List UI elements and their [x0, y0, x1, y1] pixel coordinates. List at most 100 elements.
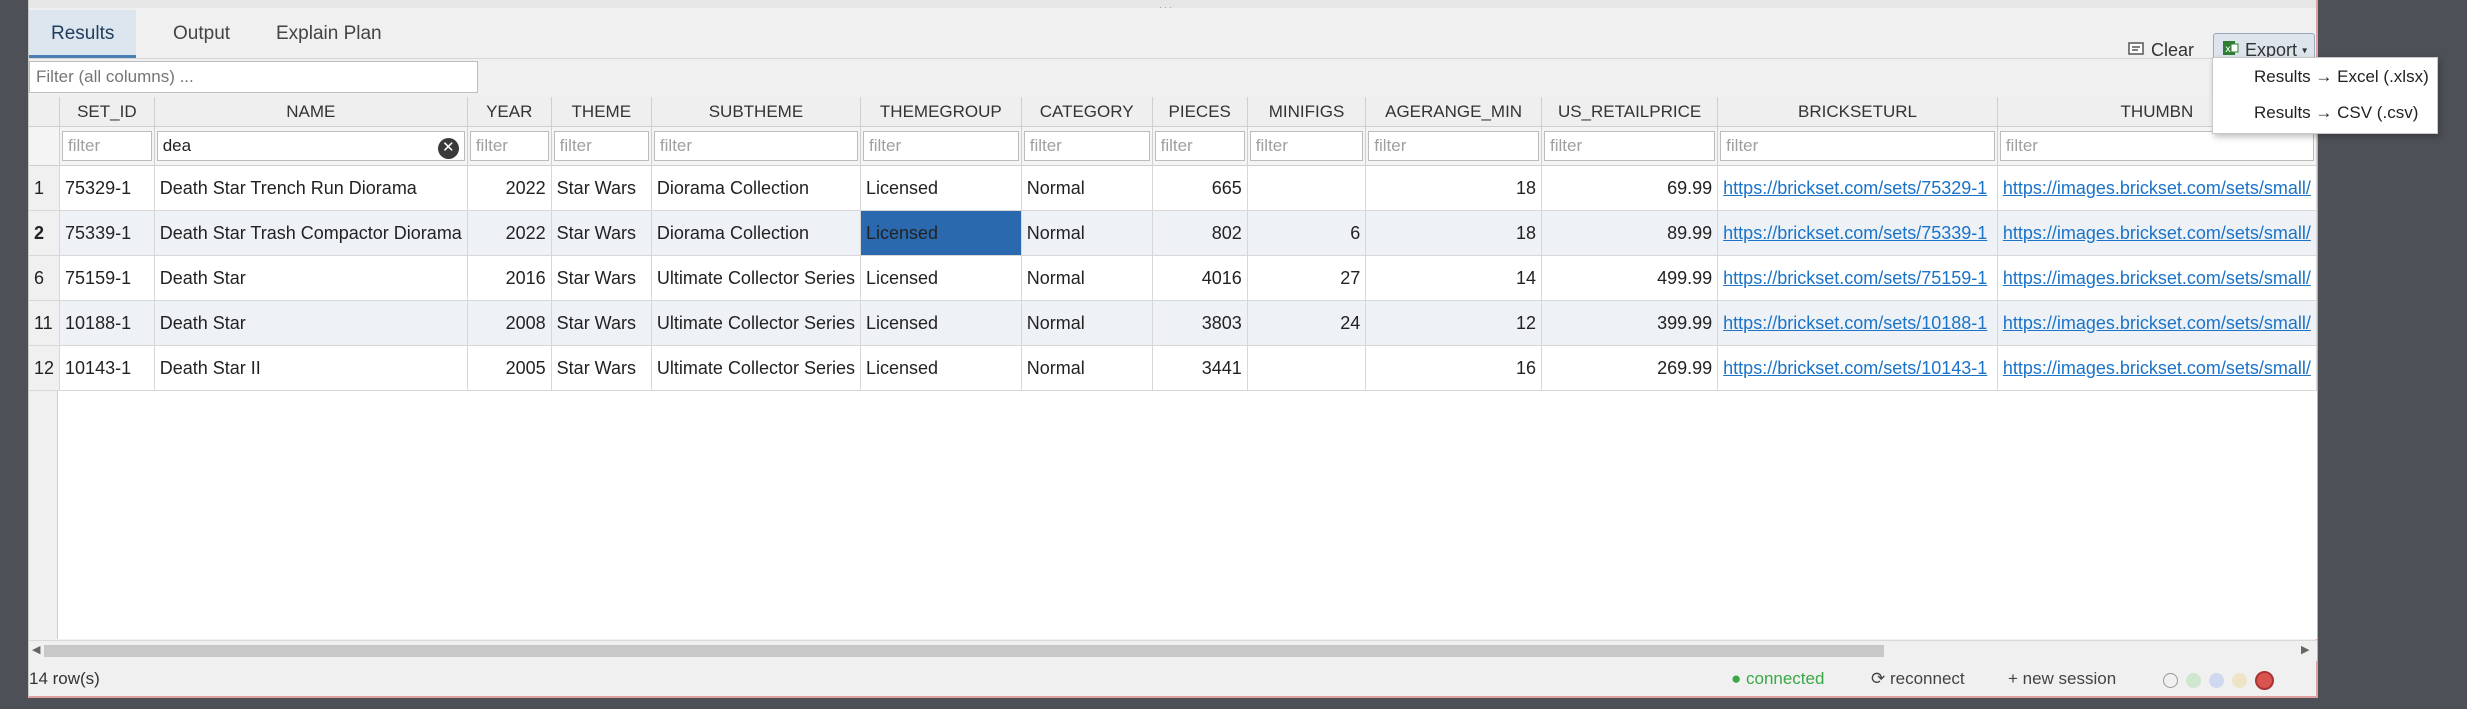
- bricketurl-link[interactable]: https://brickset.com/sets/10188-1: [1723, 313, 1987, 333]
- col-header-agerange-min[interactable]: AGERANGE_MIN: [1365, 97, 1542, 127]
- tab-results[interactable]: Results: [29, 10, 137, 58]
- status-dot-icon[interactable]: [2209, 673, 2224, 688]
- cell-pieces[interactable]: 3803: [1152, 300, 1248, 346]
- status-dot-icon[interactable]: [2232, 673, 2247, 688]
- row-number[interactable]: 1: [29, 165, 61, 211]
- col-header-us-retailprice[interactable]: US_RETAILPRICE: [1541, 97, 1719, 127]
- col-header-pieces[interactable]: PIECES: [1152, 97, 1248, 127]
- filter-year[interactable]: [469, 131, 549, 161]
- filter-set-id[interactable]: [62, 131, 152, 161]
- status-dot-icon[interactable]: [2186, 673, 2201, 688]
- cell-set-id[interactable]: 75339-1: [59, 210, 155, 256]
- filter-themegroup[interactable]: [862, 131, 1019, 161]
- cell-themegroup-selected[interactable]: Licensed: [860, 210, 1022, 256]
- cell-category[interactable]: Normal: [1021, 300, 1153, 346]
- cell-name[interactable]: Death Star: [154, 255, 468, 301]
- cell-theme[interactable]: Star Wars: [551, 255, 652, 301]
- filter-bricketurl[interactable]: [1720, 131, 1995, 161]
- cell-agerange-min[interactable]: 14: [1365, 255, 1542, 301]
- cell-themegroup[interactable]: Licensed: [860, 345, 1022, 391]
- cell-pieces[interactable]: 802: [1152, 210, 1248, 256]
- cell-year[interactable]: 2008: [467, 300, 552, 346]
- filter-subtheme[interactable]: [653, 131, 858, 161]
- table-row[interactable]: 1 75329-1 Death Star Trench Run Diorama …: [29, 165, 2317, 211]
- cell-subtheme[interactable]: Ultimate Collector Series: [651, 300, 861, 346]
- cell-us-retailprice[interactable]: 269.99: [1541, 345, 1719, 391]
- scroll-right-icon[interactable]: ▶: [2301, 643, 2309, 656]
- bricketurl-link[interactable]: https://brickset.com/sets/75159-1: [1723, 268, 1987, 288]
- status-dot-active-icon[interactable]: [2255, 671, 2274, 690]
- cell-us-retailprice[interactable]: 399.99: [1541, 300, 1719, 346]
- filter-name[interactable]: [156, 131, 465, 161]
- cell-agerange-min[interactable]: 18: [1365, 165, 1542, 211]
- cell-themegroup[interactable]: Licensed: [860, 165, 1022, 211]
- cell-name[interactable]: Death Star Trash Compactor Diorama: [154, 210, 468, 256]
- col-header-set-id[interactable]: SET_ID: [59, 97, 155, 127]
- cell-year[interactable]: 2016: [467, 255, 552, 301]
- cell-theme[interactable]: Star Wars: [551, 165, 652, 211]
- cell-year[interactable]: 2022: [467, 210, 552, 256]
- cell-theme[interactable]: Star Wars: [551, 300, 652, 346]
- menu-item-export-csv[interactable]: Results → CSV (.csv): [2254, 103, 2418, 123]
- row-number[interactable]: 11: [29, 300, 61, 346]
- cell-minifigs[interactable]: 24: [1247, 300, 1367, 346]
- cell-set-id[interactable]: 75159-1: [59, 255, 155, 301]
- cell-category[interactable]: Normal: [1021, 345, 1153, 391]
- cell-agerange-min[interactable]: 12: [1365, 300, 1542, 346]
- table-row[interactable]: 11 10188-1 Death Star 2008 Star Wars Ult…: [29, 300, 2317, 346]
- cell-themegroup[interactable]: Licensed: [860, 255, 1022, 301]
- clear-button[interactable]: Clear: [2122, 34, 2200, 66]
- filter-us-retailprice[interactable]: [1543, 131, 1716, 161]
- status-dot-icon[interactable]: [2163, 673, 2178, 688]
- thumbnail-link[interactable]: https://images.brickset.com/sets/small/: [2003, 268, 2311, 288]
- bricketurl-link[interactable]: https://brickset.com/sets/75329-1: [1723, 178, 1987, 198]
- cell-set-id[interactable]: 75329-1: [59, 165, 155, 211]
- tab-explain-plan[interactable]: Explain Plan: [254, 10, 404, 58]
- row-number[interactable]: 12: [29, 345, 61, 391]
- horizontal-scrollbar[interactable]: ◀ ▶: [29, 640, 2317, 661]
- col-header-theme[interactable]: THEME: [551, 97, 652, 127]
- cell-set-id[interactable]: 10143-1: [59, 345, 155, 391]
- filter-minifigs[interactable]: [1249, 131, 1364, 161]
- cell-subtheme[interactable]: Ultimate Collector Series: [651, 255, 861, 301]
- cell-set-id[interactable]: 10188-1: [59, 300, 155, 346]
- table-row[interactable]: 6 75159-1 Death Star 2016 Star Wars Ulti…: [29, 255, 2317, 301]
- cell-category[interactable]: Normal: [1021, 210, 1153, 256]
- scroll-left-icon[interactable]: ◀: [32, 643, 40, 656]
- cell-themegroup[interactable]: Licensed: [860, 300, 1022, 346]
- col-header-bricketurl[interactable]: BRICKSETURL: [1717, 97, 1998, 127]
- cell-subtheme[interactable]: Ultimate Collector Series: [651, 345, 861, 391]
- cell-category[interactable]: Normal: [1021, 165, 1153, 211]
- cell-pieces[interactable]: 4016: [1152, 255, 1248, 301]
- cell-subtheme[interactable]: Diorama Collection: [651, 165, 861, 211]
- filter-theme[interactable]: [553, 131, 649, 161]
- cell-agerange-min[interactable]: 18: [1365, 210, 1542, 256]
- clear-filter-icon[interactable]: ✕: [437, 138, 459, 159]
- col-header-year[interactable]: YEAR: [467, 97, 552, 127]
- cell-minifigs[interactable]: [1247, 345, 1367, 391]
- cell-us-retailprice[interactable]: 89.99: [1541, 210, 1719, 256]
- cell-us-retailprice[interactable]: 499.99: [1541, 255, 1719, 301]
- cell-pieces[interactable]: 665: [1152, 165, 1248, 211]
- new-session-link[interactable]: + new session: [2008, 662, 2116, 696]
- cell-minifigs[interactable]: 27: [1247, 255, 1367, 301]
- thumbnail-link[interactable]: https://images.brickset.com/sets/small/: [2003, 223, 2311, 243]
- tab-output[interactable]: Output: [151, 10, 252, 58]
- thumbnail-link[interactable]: https://images.brickset.com/sets/small/: [2003, 358, 2311, 378]
- cell-minifigs[interactable]: [1247, 165, 1367, 211]
- row-number[interactable]: 6: [29, 255, 61, 301]
- cell-name[interactable]: Death Star: [154, 300, 468, 346]
- cell-subtheme[interactable]: Diorama Collection: [651, 210, 861, 256]
- col-header-category[interactable]: CATEGORY: [1021, 97, 1153, 127]
- cell-year[interactable]: 2022: [467, 165, 552, 211]
- col-header-subtheme[interactable]: SUBTHEME: [651, 97, 861, 127]
- col-header-minifigs[interactable]: MINIFIGS: [1247, 97, 1367, 127]
- table-row[interactable]: 2 75339-1 Death Star Trash Compactor Dio…: [29, 210, 2317, 256]
- table-row[interactable]: 12 10143-1 Death Star II 2005 Star Wars …: [29, 345, 2317, 391]
- bricketurl-link[interactable]: https://brickset.com/sets/10143-1: [1723, 358, 1987, 378]
- cell-minifigs[interactable]: 6: [1247, 210, 1367, 256]
- thumbnail-link[interactable]: https://images.brickset.com/sets/small/: [2003, 178, 2311, 198]
- filter-agerange-min[interactable]: [1368, 131, 1539, 161]
- menu-item-export-xlsx[interactable]: Results → Excel (.xlsx): [2254, 67, 2429, 87]
- cell-year[interactable]: 2005: [467, 345, 552, 391]
